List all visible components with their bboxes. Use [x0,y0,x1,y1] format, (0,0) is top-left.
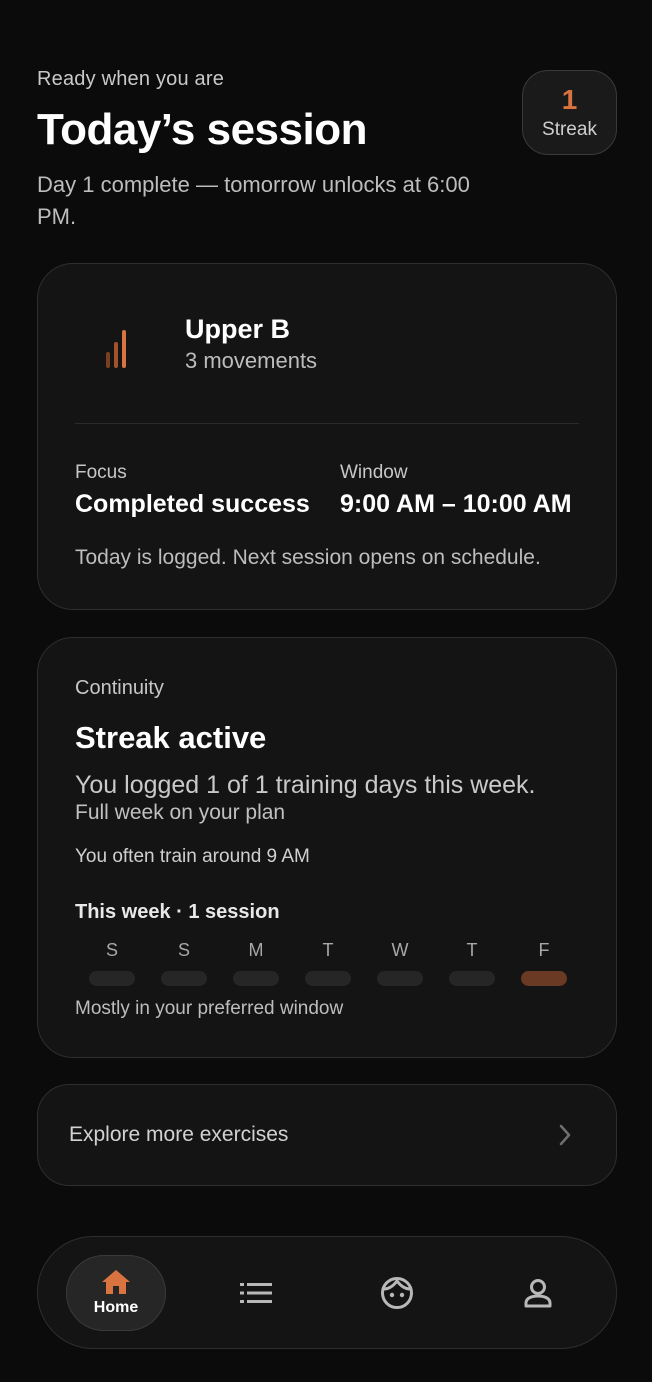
continuity-eyebrow: Continuity [75,677,164,699]
person-icon [524,1279,552,1308]
day-bar [233,971,279,986]
focus-label: Focus [75,462,127,483]
session-name: Upper B [185,314,291,344]
divider [75,423,579,424]
day-bar [161,971,207,986]
week-days: S S M T W T F [89,940,569,990]
continuity-summary: You logged 1 of 1 training days this wee… [75,771,536,799]
day-bar [89,971,135,986]
nav-profile[interactable] [488,1255,588,1331]
continuity-title: Streak active [75,720,267,755]
nav-home-label: Home [93,1299,139,1316]
window-label: Window [340,462,408,483]
session-card[interactable]: Upper B 3 movements Focus Completed succ… [37,263,617,610]
continuity-habit: You often train around 9 AM [75,846,310,867]
day-mon: M [233,940,279,986]
streak-label: Streak [542,118,597,140]
week-label: This week · 1 session [75,901,280,923]
session-summary: Upper B 3 movements [38,264,616,424]
continuity-footer: Mostly in your preferred window [75,998,344,1019]
session-note: Today is logged. Next session opens on s… [75,546,541,569]
day-sat: S [161,940,207,986]
day-letter: S [105,940,118,960]
nav-home[interactable]: Home [66,1255,166,1331]
header-subtitle: Day 1 complete — tomorrow unlocks at 6:0… [37,172,470,229]
list-icon [240,1283,272,1303]
nav-list[interactable] [206,1255,306,1331]
day-wed: W [377,940,423,986]
day-letter: S [177,940,190,960]
day-bar [521,971,567,986]
header: Ready when you are Today’s session Day 1… [37,68,517,233]
home-icon [102,1270,130,1294]
continuity-card: Continuity Streak active You logged 1 of… [37,637,617,1058]
day-sun: S [89,940,135,986]
streak-count: 1 [561,83,578,115]
page-title: Today’s session [37,105,367,154]
day-thu: T [449,940,495,986]
day-bar [449,971,495,986]
window-value: 9:00 AM – 10:00 AM [340,490,572,518]
day-letter: T [466,940,478,960]
explore-exercises-button[interactable]: Explore more exercises [37,1084,617,1186]
focus-value: Completed success [75,490,310,518]
session-movements: 3 movements [185,348,318,373]
day-letter: F [538,940,550,960]
face-icon [381,1277,413,1309]
continuity-plan: Full week on your plan [75,801,286,824]
day-bar [377,971,423,986]
day-bar [305,971,351,986]
header-eyebrow: Ready when you are [37,68,225,90]
chevron-right-icon [559,1124,571,1146]
streak-badge[interactable]: 1 Streak [522,70,617,155]
nav-face[interactable] [347,1255,447,1331]
day-tue: T [305,940,351,986]
day-fri: F [521,940,567,986]
bottom-nav: Home [37,1236,617,1349]
day-letter: M [248,940,264,960]
signal-bars-icon [106,330,126,368]
day-letter: T [322,940,334,960]
explore-label: Explore more exercises [69,1123,289,1146]
day-letter: W [391,940,409,960]
